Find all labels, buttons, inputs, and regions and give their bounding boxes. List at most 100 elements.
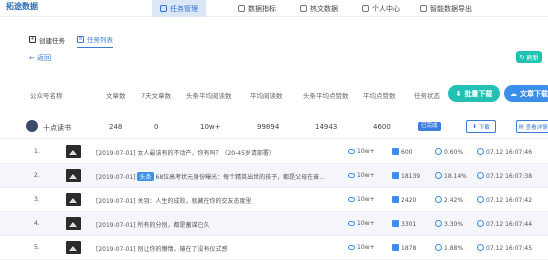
article-date: [2019-07-01] xyxy=(96,174,136,181)
like-count: 3301 xyxy=(392,220,416,228)
eye-icon xyxy=(348,149,355,154)
nav-item-hot-articles[interactable]: 热文数据 xyxy=(300,0,338,17)
article-title[interactable]: [2019-07-01] 所有的分别，都是蓄谋已久 xyxy=(96,220,346,229)
tab-label: 任务列表 xyxy=(87,36,113,44)
task-icon xyxy=(160,5,167,12)
pie-icon xyxy=(435,220,442,227)
avatar xyxy=(26,120,38,132)
nav-item-export[interactable]: 智能数据导出 xyxy=(420,0,472,17)
header-avg-read: 平均阅读数 xyxy=(250,92,283,100)
article-date: [2019-07-01] xyxy=(96,222,136,229)
list-icon: ≡ xyxy=(77,35,84,43)
fetch-time-value: 07.12 16:07:44 xyxy=(486,221,533,228)
nav-label: 热文数据 xyxy=(310,4,338,13)
clock-icon xyxy=(477,148,484,155)
article-date: [2019-07-01] xyxy=(96,198,136,205)
view-details-button[interactable]: ▤ 查看详情 xyxy=(516,120,548,133)
view-details-label: 查看详情 xyxy=(525,124,548,131)
header-week-articles: 7天文章数 xyxy=(141,92,172,100)
refresh-icon: ↻ xyxy=(519,53,525,61)
like-count: 2420 xyxy=(392,196,416,204)
article-date: [2019-07-01] xyxy=(96,246,136,253)
like-count-value: 2420 xyxy=(401,197,417,204)
article-title[interactable]: [2019-07-01] 关羽：人生的成败，就藏在你的交友态度里 xyxy=(96,196,346,205)
batch-download-button[interactable]: ⬇ 批量下载 xyxy=(448,85,500,102)
header-account-name: 公众号名称 xyxy=(30,92,63,100)
export-icon xyxy=(420,5,427,12)
like-count: 18139 xyxy=(392,172,420,180)
thumbs-up-icon xyxy=(392,220,399,227)
like-rate-value: 1.88% xyxy=(444,245,464,252)
clock-icon xyxy=(477,172,484,179)
summary-articles: 248 xyxy=(109,123,123,131)
thumbs-up-icon xyxy=(392,148,399,155)
top-nav-bar: 拓途数据 任务管理 数据指标 热文数据 个人中心 智能数据导出 xyxy=(0,0,548,17)
tab-create-task[interactable]: + 创建任务 xyxy=(29,34,65,48)
tab-task-list[interactable]: ≡ 任务列表 xyxy=(77,34,113,48)
row-index: 4. xyxy=(34,220,40,227)
read-count-value: 10w+ xyxy=(357,196,375,203)
article-download-button[interactable]: ☁ 文章下载 xyxy=(504,85,548,102)
fetch-time: 07.12 16:07:38 xyxy=(477,172,532,180)
like-count-value: 1878 xyxy=(401,245,417,252)
brand-logo-text: 拓途数据 xyxy=(6,2,38,11)
nav-label: 数据指标 xyxy=(248,4,276,13)
like-count-value: 3301 xyxy=(401,221,417,228)
nav-item-profile[interactable]: 个人中心 xyxy=(362,0,400,17)
summary-avg-like: 4600 xyxy=(373,123,391,131)
row-download-button[interactable]: ⬇ 下载 xyxy=(466,120,496,133)
fetch-time-value: 07.12 16:07:38 xyxy=(486,173,533,180)
headline-tag: 头条 xyxy=(137,172,154,181)
article-title-text: 关羽：人生的成败，就藏在你的交友态度里 xyxy=(137,198,252,205)
nav-item-data-metrics[interactable]: 数据指标 xyxy=(238,0,276,17)
table-row[interactable]: 5. [2019-07-01] 别让你的懒惰，输在了没有仪式感 10w+ 187… xyxy=(0,236,548,260)
article-title-text: 女人最该有的不动产，你有吗？（20-45岁请部署） xyxy=(137,150,275,157)
nav-label: 任务管理 xyxy=(170,4,198,13)
like-rate: 1.88% xyxy=(435,244,463,252)
read-count-value: 10w+ xyxy=(357,244,375,251)
clock-icon xyxy=(477,220,484,227)
read-count-value: 10w+ xyxy=(357,148,375,155)
table-row[interactable]: 4. [2019-07-01] 所有的分别，都是蓄谋已久 10w+ 3301 3… xyxy=(0,212,548,236)
read-count-value: 10w+ xyxy=(357,172,375,179)
like-rate: 18.14% xyxy=(435,172,467,180)
article-title[interactable]: [2019-07-01] 女人最该有的不动产，你有吗？（20-45岁请部署） xyxy=(96,148,346,157)
like-count: 600 xyxy=(392,148,412,156)
like-rate: 2.42% xyxy=(435,196,463,204)
summary-avg-read: 99894 xyxy=(257,123,280,131)
thumbs-up-icon xyxy=(392,244,399,251)
article-thumbnail xyxy=(66,193,81,206)
like-rate-value: 3.30% xyxy=(444,221,464,228)
fetch-time: 07.12 16:07:45 xyxy=(477,244,532,252)
like-count-value: 600 xyxy=(401,149,413,156)
article-title-text: 别让你的懒惰，输在了没有仪式感 xyxy=(137,246,228,253)
download-icon: ⬇ xyxy=(472,123,477,130)
header-head-avg-like: 头条平均点赞数 xyxy=(303,92,349,100)
thumbs-up-icon xyxy=(392,172,399,179)
eye-icon xyxy=(348,221,355,226)
read-count: 10w+ xyxy=(348,220,375,227)
document-icon: ▤ xyxy=(518,123,524,130)
table-row[interactable]: 1. [2019-07-01] 女人最该有的不动产，你有吗？（20-45岁请部署… xyxy=(0,140,548,164)
back-link[interactable]: ← 返回 xyxy=(29,53,51,63)
fetch-time-value: 07.12 16:07:46 xyxy=(486,149,533,156)
like-rate-value: 2.42% xyxy=(444,197,464,204)
eye-icon xyxy=(348,173,355,178)
nav-item-task-management[interactable]: 任务管理 xyxy=(152,0,206,17)
table-row[interactable]: 2. [2019-07-01] 头条 68位高考状元身份曝光：每个精英出世的孩子，… xyxy=(0,164,548,188)
article-thumbnail xyxy=(66,169,81,182)
read-count: 10w+ xyxy=(348,148,375,155)
refresh-button[interactable]: ↻ 刷新 xyxy=(516,51,542,63)
chart-icon xyxy=(238,5,245,12)
header-head-avg-read: 头条平均阅读数 xyxy=(186,92,232,100)
read-count: 10w+ xyxy=(348,196,375,203)
header-article-count: 文章数 xyxy=(106,92,126,100)
user-icon xyxy=(362,5,369,12)
table-row[interactable]: 3. [2019-07-01] 关羽：人生的成败，就藏在你的交友态度里 10w+… xyxy=(0,188,548,212)
cloud-icon: ☁ xyxy=(510,89,517,98)
fetch-time: 07.12 16:07:44 xyxy=(477,220,532,228)
article-title[interactable]: [2019-07-01] 别让你的懒惰，输在了没有仪式感 xyxy=(96,244,346,253)
row-download-label: 下载 xyxy=(478,124,490,131)
fire-icon xyxy=(300,5,307,12)
article-title[interactable]: [2019-07-01] 头条 68位高考状元身份曝光：每个精英出世的孩子，都是父… xyxy=(96,172,346,181)
